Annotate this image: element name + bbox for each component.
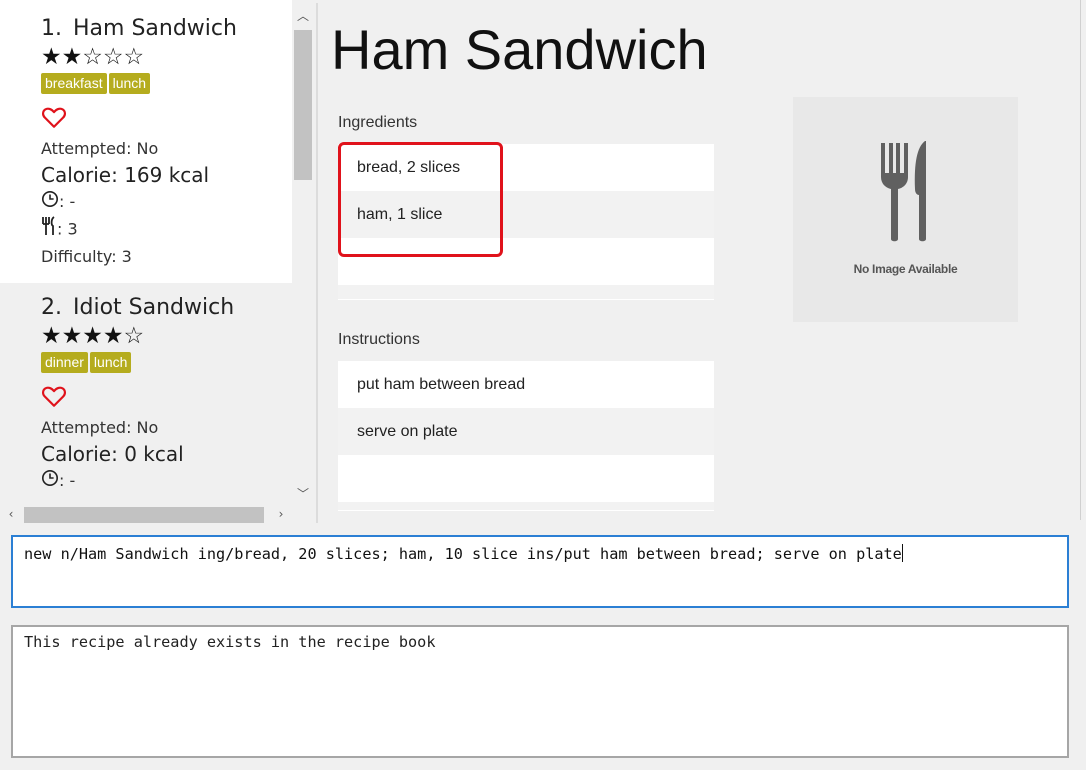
recipe-name: Idiot Sandwich — [73, 295, 235, 320]
list-footer — [338, 502, 714, 510]
result-message: This recipe already exists in the recipe… — [24, 633, 436, 651]
servings-value: : 3 — [57, 219, 78, 238]
list-footer — [338, 285, 714, 299]
time-row: : - — [41, 189, 292, 216]
tag-dinner: dinner — [41, 352, 88, 373]
recipe-image-placeholder — [793, 97, 1018, 322]
scroll-right-arrow-icon[interactable]: › — [270, 507, 292, 521]
recipe-name: Ham Sandwich — [73, 16, 237, 41]
ingredients-label: Ingredients — [338, 114, 418, 131]
recipe-card-2[interactable]: 2. Idiot Sandwich ★★★★☆ dinner lunch Attem… — [0, 283, 292, 505]
tag-breakfast: breakfast — [41, 73, 107, 94]
fork-knife-icon — [881, 141, 926, 242]
servings-row: : 3 — [41, 215, 292, 244]
calorie-value: Calorie: 0 kcal — [41, 442, 184, 466]
clock-icon — [41, 190, 59, 216]
instruction-item[interactable]: serve on plate — [338, 408, 714, 455]
time-value: : - — [59, 192, 76, 211]
recipe-card-1[interactable]: 1. Ham Sandwich ★★☆☆☆ breakfast lunch Atte… — [0, 4, 292, 283]
instruction-item[interactable]: put ham between bread — [338, 361, 714, 408]
star-rating: ★★☆☆☆ — [41, 44, 145, 70]
clock-icon — [41, 469, 59, 495]
tag-lunch: lunch — [108, 73, 151, 94]
recipe-index: 2. — [41, 295, 62, 320]
command-input-text[interactable]: new n/Ham Sandwich ing/bread, 20 slices;… — [24, 544, 903, 563]
attempted-status: Attempted: No — [41, 139, 159, 158]
tag-list: dinner lunch — [41, 352, 292, 374]
tag-lunch: lunch — [89, 352, 132, 373]
detail-recipe-title: Ham Sandwich — [331, 18, 708, 81]
scroll-left-arrow-icon[interactable]: ‹ — [0, 507, 22, 521]
attempted-status: Attempted: No — [41, 418, 159, 437]
horizontal-scroll-thumb[interactable] — [24, 507, 264, 523]
window-edge — [1080, 0, 1081, 520]
fork-knife-icon — [41, 215, 57, 244]
difficulty-value: Difficulty: 3 — [41, 246, 132, 266]
heart-outline-icon[interactable] — [41, 383, 292, 415]
recipe-card-title: 1. Ham Sandwich — [41, 14, 292, 44]
time-row: : - — [41, 468, 292, 495]
star-rating: ★★★★☆ — [41, 323, 145, 349]
command-input[interactable]: new n/Ham Sandwich ing/bread, 20 slices;… — [11, 535, 1069, 608]
time-value: : - — [59, 471, 76, 490]
scroll-up-arrow-icon[interactable]: ︿ — [292, 7, 314, 24]
recipe-index: 1. — [41, 16, 62, 41]
no-image-label: No Image Available — [853, 262, 958, 276]
vertical-scroll-thumb[interactable] — [294, 30, 312, 180]
tag-list: breakfast lunch — [41, 73, 292, 95]
calorie-value: Calorie: 169 kcal — [41, 163, 210, 187]
empty-row — [338, 455, 714, 502]
instructions-label: Instructions — [338, 331, 420, 348]
recipe-card-title: 2. Idiot Sandwich — [41, 293, 292, 323]
heart-outline-icon[interactable] — [41, 104, 292, 136]
result-display[interactable]: This recipe already exists in the recipe… — [11, 625, 1069, 758]
instructions-list[interactable]: put ham between bread serve on plate — [338, 361, 714, 511]
panel-divider[interactable] — [316, 3, 318, 523]
scroll-down-arrow-icon[interactable]: ﹀ — [292, 485, 314, 502]
recipe-list-panel[interactable]: 1. Ham Sandwich ★★☆☆☆ breakfast lunch Atte… — [0, 0, 292, 505]
annotation-highlight-box — [338, 142, 503, 257]
